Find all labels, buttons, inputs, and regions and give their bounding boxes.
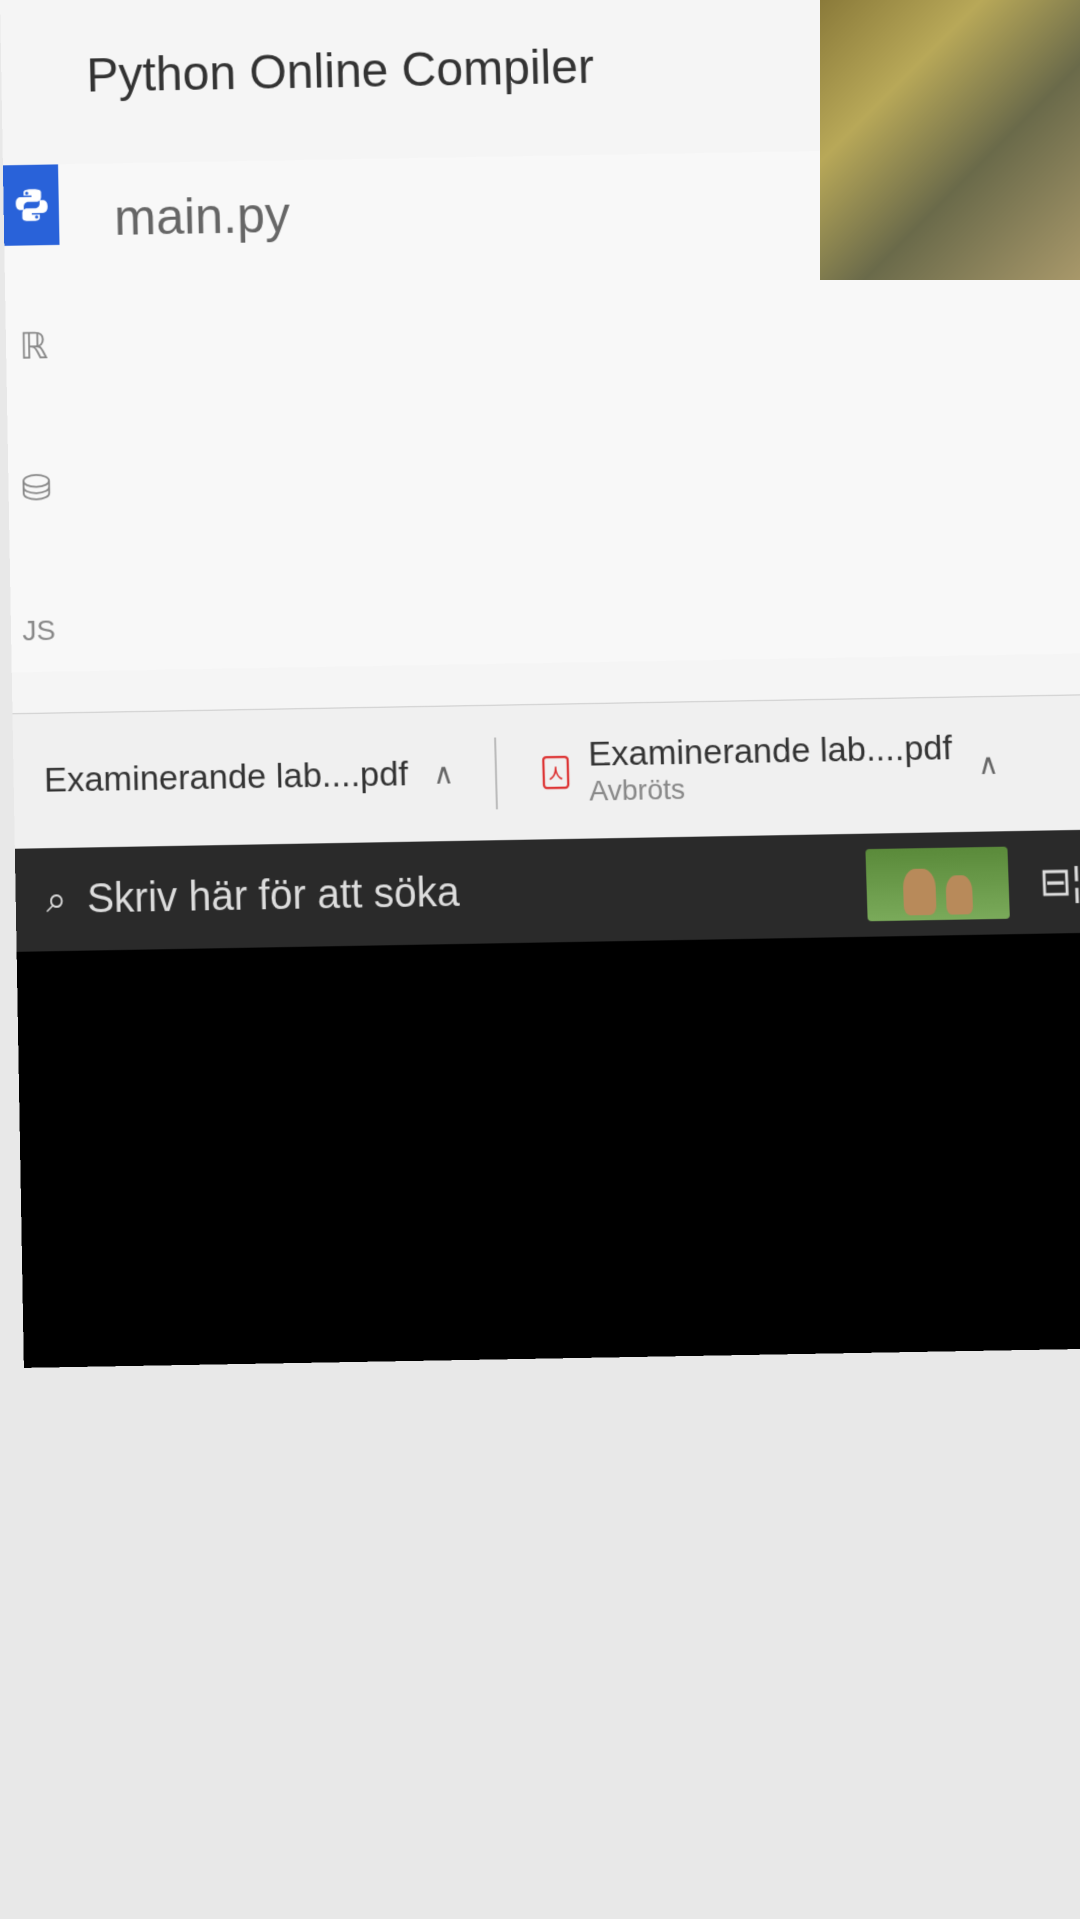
js-icon: JS	[22, 614, 56, 647]
search-icon[interactable]: ⌕	[46, 877, 67, 922]
sidebar-item-python[interactable]	[3, 164, 60, 245]
chevron-up-icon[interactable]: ∧	[977, 747, 999, 781]
sidebar-item-r[interactable]: ℝ	[5, 305, 62, 387]
task-view-icon[interactable]: ⊟¦	[1039, 858, 1080, 905]
download-filename: Examinerande lab....pdf	[44, 754, 409, 800]
kangaroo-icon	[903, 869, 937, 916]
taskbar-right: ⊟¦	[866, 845, 1080, 921]
taskbar-search-placeholder[interactable]: Skriv här för att söka	[87, 869, 460, 922]
download-filename: Examinerande lab....pdf	[588, 728, 953, 774]
desktop-photo-background	[820, 0, 1080, 280]
chevron-up-icon[interactable]: ∧	[433, 757, 455, 791]
windows-taskbar[interactable]: ⌕ Skriv här för att söka ⊟¦	[15, 829, 1080, 951]
sidebar-item-js[interactable]: JS	[10, 590, 67, 673]
taskbar-widget[interactable]	[866, 847, 1011, 922]
pdf-icon: 人	[537, 753, 574, 791]
screen-edge	[17, 932, 1080, 1368]
download-status: Avbröts	[589, 768, 954, 807]
kangaroo-icon	[946, 875, 974, 915]
language-sidebar: ℝ ⛁ JS	[3, 164, 67, 672]
separator	[494, 737, 498, 809]
r-lang-icon: ℝ	[19, 325, 48, 368]
sidebar-item-db[interactable]: ⛁	[8, 447, 65, 529]
download-item[interactable]: 人 Examinerande lab....pdf Avbröts ∧	[516, 717, 1021, 819]
downloads-bar: Examinerande lab....pdf ∧ 人 Examinerande…	[12, 694, 1080, 849]
svg-text:人: 人	[548, 766, 563, 782]
database-icon: ⛁	[21, 467, 52, 510]
download-item[interactable]: Examinerande lab....pdf ∧	[23, 743, 475, 812]
python-icon	[12, 186, 51, 225]
